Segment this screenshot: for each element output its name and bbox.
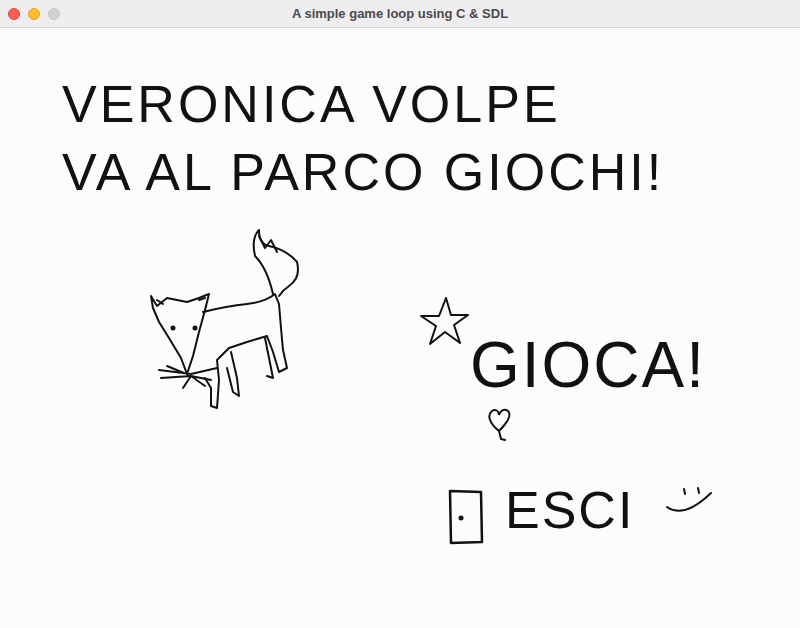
- app-window: A simple game loop using C & SDL VERONIC…: [0, 0, 800, 628]
- door-icon: [447, 488, 485, 545]
- game-canvas: VERONICA VOLPEVA AL PARCO GIOCHI! GIOCA!…: [0, 28, 800, 628]
- star-icon: [418, 295, 470, 347]
- zoom-button: [48, 8, 60, 20]
- game-title: VERONICA VOLPEVA AL PARCO GIOCHI!: [62, 70, 800, 206]
- smiley-icon: [664, 485, 714, 517]
- play-button[interactable]: GIOCA!: [470, 329, 706, 401]
- window-title: A simple game loop using C & SDL: [292, 6, 508, 21]
- quit-button[interactable]: ESCI: [505, 480, 634, 540]
- fox-icon: [147, 228, 317, 418]
- quit-row: ESCI: [447, 488, 714, 545]
- menu-stage: GIOCA! ESCI: [62, 206, 800, 545]
- minimize-button[interactable]: [28, 8, 40, 20]
- title-line: VA AL PARCO GIOCHI!: [62, 138, 800, 206]
- title-line: VERONICA VOLPE: [62, 70, 800, 138]
- close-button[interactable]: [8, 8, 20, 20]
- main-menu: GIOCA! ESCI: [418, 295, 714, 545]
- window-controls: [8, 8, 60, 20]
- play-row: GIOCA!: [418, 295, 706, 401]
- title-bar: A simple game loop using C & SDL: [0, 0, 800, 28]
- heart-icon: [485, 405, 513, 441]
